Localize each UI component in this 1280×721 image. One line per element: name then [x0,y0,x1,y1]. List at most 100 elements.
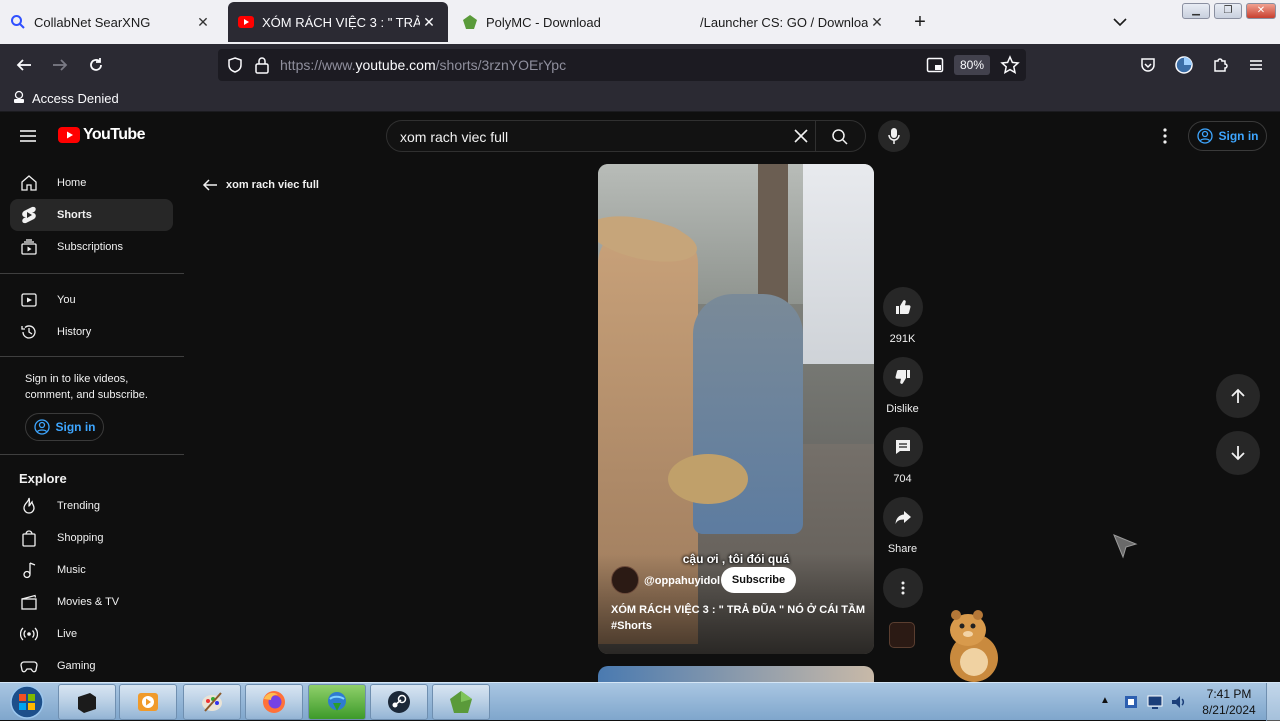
tab-title: PolyMC - Download [486,14,601,30]
zoom-level-badge[interactable]: 80% [954,55,991,75]
show-desktop-button[interactable] [1266,683,1280,721]
youtube-favicon-icon [238,14,254,30]
dislike-button[interactable] [882,357,923,397]
bookmark-access-denied[interactable]: Access Denied [12,90,119,107]
close-icon[interactable]: ✕ [420,14,438,31]
taskbar-app-media-player[interactable] [119,684,177,720]
like-button[interactable] [882,287,923,327]
share-arrow-icon [895,511,911,524]
voice-search-mic-icon[interactable] [878,120,910,152]
taskbar-app-idm[interactable] [308,684,366,720]
new-tab-icon[interactable]: + [908,10,932,34]
sidebar-item-home[interactable]: Home [10,167,173,199]
taskbar-app-steam[interactable] [370,684,428,720]
search-box[interactable]: xom rach viec full [386,120,866,152]
sidebar-divider [0,356,184,357]
sidebar-item-shorts[interactable]: Shorts [10,199,173,231]
url-host: youtube.com [355,57,436,73]
account-avatar-icon[interactable] [1171,52,1197,78]
tab-youtube-short[interactable]: XÓM RÁCH VIỆC 3 : " TRẢ ĐŨA ✕ [228,2,448,42]
sidebar-item-music[interactable]: Music [10,554,173,586]
guide-menu-icon[interactable] [18,126,38,151]
sidebar-item-history[interactable]: History [10,316,173,348]
youtube-logo-icon [58,127,80,143]
start-button[interactable] [6,683,48,721]
shorts-video-player[interactable]: cậu ơi , tôi đói quá @oppahuyidol Subscr… [598,164,874,654]
search-icon [10,14,26,30]
back-arrow-icon [202,179,217,191]
url-bar[interactable]: https://www.youtube.com/shorts/3rznYOErY… [218,49,1026,81]
tab-polymc[interactable]: PolyMC - Download [452,2,674,42]
tray-network-icon[interactable] [1122,693,1140,716]
sidebar-item-you[interactable]: You [10,284,173,316]
clear-search-icon[interactable] [793,128,809,149]
media-player-icon [138,693,158,711]
forward-arrow-icon[interactable] [47,52,73,78]
thumbs-down-icon [894,369,910,384]
sidebar-item-movies-tv[interactable]: Movies & TV [10,586,173,618]
tab-launcher-csgo[interactable]: /Launcher CS: GO / Download ✕ [690,2,896,42]
sidebar-item-label: Shorts [57,209,92,221]
sound-thumbnail[interactable] [889,622,915,648]
tab-title: /Launcher CS: GO / Download [700,14,868,30]
tray-monitor-icon[interactable] [1146,693,1164,716]
tab-searxng[interactable]: CollabNet SearXNG ✕ [0,2,222,42]
sidebar-item-gaming[interactable]: Gaming [10,650,173,682]
search-input[interactable]: xom rach viec full [400,129,508,145]
restore-window-button[interactable]: ❐ [1214,3,1242,19]
thumbs-up-icon [895,300,911,315]
sign-in-label: Sign in [55,420,96,434]
sidebar-sign-in-button[interactable]: Sign in [25,413,104,441]
taskbar-clock[interactable]: 7:41 PM 8/21/2024 [1196,686,1262,718]
extensions-puzzle-icon[interactable] [1207,52,1233,78]
channel-avatar[interactable] [611,566,639,594]
youtube-logo[interactable]: YouTube [58,126,145,144]
taskbar-app-paint[interactable] [183,684,241,720]
picture-in-picture-icon[interactable] [926,56,944,79]
taskbar-app-terminal[interactable] [58,684,116,720]
sidebar-item-trending[interactable]: Trending [10,490,173,522]
previous-short-button[interactable] [1216,374,1260,418]
close-icon[interactable]: ✕ [194,14,212,31]
back-to-search-link[interactable]: xom rach viec full [202,177,319,193]
more-actions-button[interactable] [882,568,923,608]
search-icon[interactable] [831,128,849,151]
hamburger-menu-icon[interactable] [1243,52,1269,78]
minimize-window-button[interactable]: ▁ [1182,3,1210,19]
subscribe-button[interactable]: Subscribe [721,567,796,593]
lock-icon[interactable] [254,56,270,79]
back-arrow-icon[interactable] [11,52,37,78]
video-title[interactable]: XÓM RÁCH VIỆC 3 : " TRẢ ĐŨA " NÓ Ở CÁI T… [611,602,867,634]
sign-in-button[interactable]: Sign in [1188,121,1267,151]
close-icon[interactable]: ✕ [868,14,886,31]
share-label: Share [887,543,918,555]
comments-button[interactable] [882,427,923,467]
tracking-shield-icon[interactable] [226,56,244,79]
next-short-button[interactable] [1216,431,1260,475]
sidebar-item-label: History [57,326,92,338]
dislike-label: Dislike [886,403,919,415]
user-circle-icon [1196,128,1213,144]
share-button[interactable] [882,497,923,537]
more-options-kebab-icon[interactable] [1156,126,1174,151]
show-hidden-icons-arrow[interactable]: ▲ [1100,695,1110,706]
sidebar-item-label: Home [57,177,87,189]
close-window-button[interactable]: ✕ [1246,3,1276,19]
reload-icon[interactable] [83,52,109,78]
channel-handle[interactable]: @oppahuyidol [644,575,720,587]
sidebar-item-shopping[interactable]: Shopping [10,522,173,554]
taskbar-app-firefox[interactable] [245,684,303,720]
url-path: /shorts/3rznYOErYpc [435,57,567,73]
more-horizontal-icon [901,581,904,595]
pocket-icon[interactable] [1135,52,1161,78]
like-count: 291K [889,333,916,345]
sidebar-item-live[interactable]: Live [10,618,173,650]
tray-volume-icon[interactable] [1170,693,1188,716]
taskbar-app-polymc[interactable] [432,684,490,720]
video-hashtag[interactable]: #Shorts [611,618,867,634]
bookmark-star-icon[interactable] [1000,55,1020,80]
tab-list-chevron-icon[interactable] [1110,12,1130,32]
comment-icon [895,440,910,454]
sidebar-item-label: Gaming [57,660,96,672]
sidebar-item-subscriptions[interactable]: Subscriptions [10,231,173,263]
